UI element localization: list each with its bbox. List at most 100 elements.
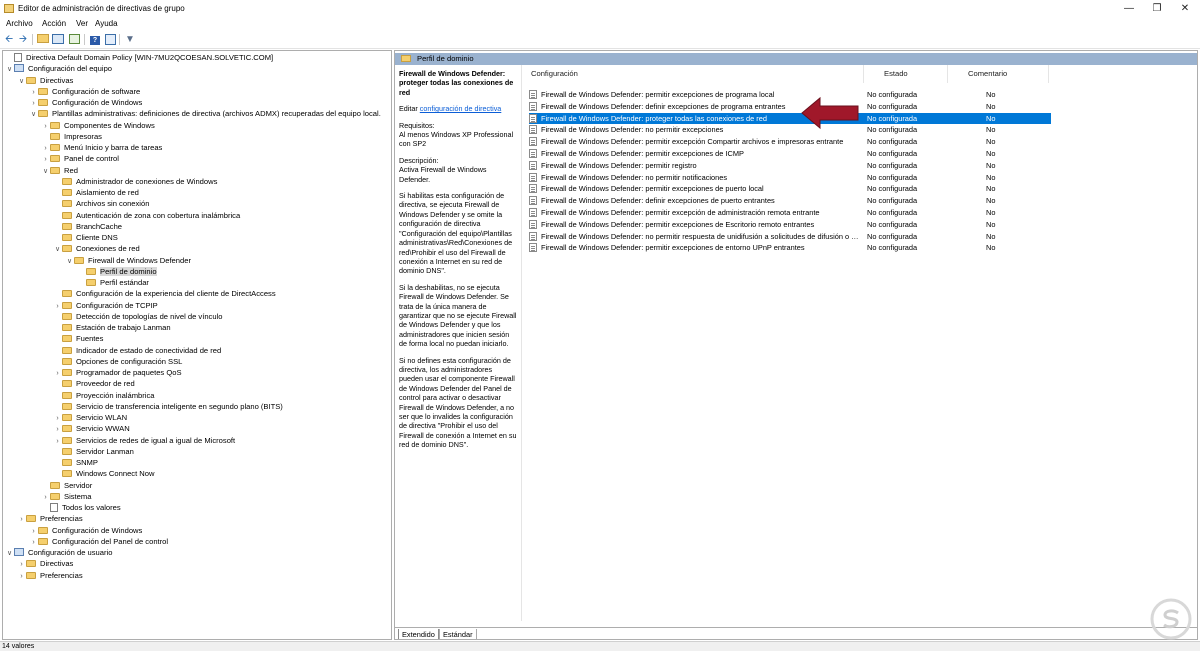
policy-state: No configurada [867,90,918,99]
help-icon[interactable]: ? [89,34,101,45]
up-folder-icon[interactable] [37,34,49,45]
tree-item[interactable]: SNMP [53,457,98,468]
collapse-chevron-icon[interactable]: ∨ [5,548,14,559]
policy-row[interactable]: Firewall de Windows Defender: permitir e… [529,219,1181,230]
tree-item[interactable]: Indicador de estado de conectividad de r… [53,345,221,356]
tree-item[interactable]: › Sistema [41,491,91,502]
tree-item[interactable]: Configuración de la experiencia del clie… [53,288,276,299]
collapse-chevron-icon[interactable]: ∨ [29,109,38,120]
export-list-icon[interactable] [68,34,80,45]
tree-item[interactable]: Servicio de transferencia inteligente en… [53,401,283,412]
expand-chevron-icon[interactable]: › [17,514,26,525]
policy-row[interactable]: Firewall de Windows Defender: permitir e… [529,136,1181,147]
menu-ayuda[interactable]: Ayuda [95,19,118,28]
expand-chevron-icon[interactable]: › [17,571,26,582]
policy-row[interactable]: Firewall de Windows Defender: permitir e… [529,242,1181,253]
collapse-chevron-icon[interactable]: ∨ [53,244,62,255]
tree-item[interactable]: Cliente DNS [53,232,118,243]
collapse-chevron-icon[interactable]: ∨ [17,76,26,87]
folder-icon [50,166,60,174]
collapse-chevron-icon[interactable]: ∨ [5,64,14,75]
policy-row[interactable]: Firewall de Windows Defender: permitir r… [529,160,1181,171]
tree-item-label: Sistema [64,491,92,501]
tree-item[interactable]: › Servicio WWAN [53,423,130,434]
tree-item[interactable]: › Configuración de software [29,86,140,97]
policy-row[interactable]: Firewall de Windows Defender: permitir e… [529,183,1181,194]
tree-item[interactable]: › Configuración del Panel de control [29,536,168,547]
policy-row[interactable]: Firewall de Windows Defender: no permiti… [529,172,1181,183]
close-button[interactable]: ✕ [1170,0,1200,18]
folder-icon [50,492,60,500]
edit-policy-link[interactable]: configuración de directiva [420,104,502,113]
tree-item-label: Panel de control [64,154,119,164]
menu-archivo[interactable]: Archivo [6,19,33,28]
tree-item[interactable]: › Configuración de Windows [29,97,142,108]
tree-item[interactable]: Opciones de configuración SSL [53,356,182,367]
properties-icon[interactable] [104,34,116,45]
tab-estandar[interactable]: Estándar [439,629,477,639]
policy-row[interactable]: Firewall de Windows Defender: no permiti… [529,231,1181,242]
tree-item[interactable]: ∨ Red [41,165,78,176]
tree-item[interactable]: › Configuración de TCPIP [53,300,157,311]
forward-icon[interactable]: 🡪 [17,34,29,45]
maximize-button[interactable]: ❐ [1142,0,1172,18]
tree-item[interactable]: › Preferencias [17,513,82,525]
tree-item[interactable]: › Servicios de redes de igual a igual de … [53,435,235,446]
tree-item[interactable]: ∨ Configuración del equipo [5,63,112,74]
tree-item[interactable]: Perfil estándar [77,277,149,288]
tree-item[interactable]: Servidor Lanman [53,446,134,457]
folder-icon [62,391,72,399]
tree-item[interactable]: › Panel de control [41,153,119,164]
column-header-estado[interactable]: Estado [884,69,908,78]
tree-item-label: Servicio WWAN [76,424,130,434]
tree-item[interactable]: › Componentes de Windows [41,120,154,131]
tree-item[interactable]: Perfil de dominio [77,266,157,277]
tree-item-label: Conexiones de red [76,244,140,254]
tree-item[interactable]: Aislamiento de red [53,187,139,198]
tree-item[interactable]: Detección de topologías de nivel de vínc… [53,311,223,322]
tree-item[interactable]: › Directivas [17,558,73,569]
menu-ver[interactable]: Ver [76,19,88,28]
tree-item[interactable]: Windows Connect Now [53,468,155,479]
column-header-configuracion[interactable]: Configuración [531,69,578,78]
tree-item[interactable]: › Servicio WLAN [53,412,127,423]
column-header-comentario[interactable]: Comentario [968,69,1007,78]
tree-item[interactable]: ∨ Configuración de usuario [5,547,112,558]
minimize-button[interactable]: — [1114,0,1144,18]
tree-item[interactable]: Autenticación de zona con cobertura inal… [53,210,240,221]
show-hide-tree-icon[interactable] [52,34,64,45]
tree-item[interactable]: Estación de trabajo Lanman [53,322,171,333]
tree-item[interactable]: ∨ Plantillas administrativas: definicione… [29,108,381,119]
tree-item[interactable]: › Menú Inicio y barra de tareas [41,142,162,153]
policy-row[interactable]: Firewall de Windows Defender: definir ex… [529,195,1181,206]
collapse-chevron-icon[interactable]: ∨ [41,166,50,177]
policy-row[interactable]: Firewall de Windows Defender: permitir e… [529,207,1181,218]
tree-item[interactable]: Administrador de conexiones de Windows [53,176,217,187]
tree-item[interactable]: › Configuración de Windows [29,525,142,536]
collapse-chevron-icon[interactable]: ∨ [65,256,74,267]
tree-item[interactable]: Servidor [41,480,92,491]
policy-row[interactable]: Firewall de Windows Defender: proteger t… [529,112,1051,124]
tree-item[interactable]: Impresoras [41,131,102,142]
tree-item[interactable]: Proyección inalámbrica [53,390,155,401]
pane-splitter[interactable] [521,65,522,621]
tree-item[interactable]: Todos los valores [41,502,121,513]
tab-extendido[interactable]: Extendido [398,629,439,639]
menu-accion[interactable]: Acción [42,19,66,28]
tree-item[interactable]: ∨ Firewall de Windows Defender [65,255,191,266]
tree-item[interactable]: ∨ Directivas [17,75,73,86]
policy-row[interactable]: Firewall de Windows Defender: permitir e… [529,148,1181,159]
policy-state: No configurada [867,219,918,229]
tree-item[interactable]: › Programador de paquetes QoS [53,367,181,378]
policy-comment: No [986,113,996,123]
filter-icon[interactable]: ▼ [124,34,136,45]
tree-item[interactable]: › Preferencias [17,570,82,582]
tree-item[interactable]: Proveedor de red [53,378,135,389]
tree-item[interactable]: Archivos sin conexión [53,198,149,209]
tree-item[interactable]: Directiva Default Domain Policy [WIN-7MU… [5,52,273,63]
folder-icon [38,87,48,95]
back-icon[interactable]: 🡨 [3,34,15,45]
tree-item[interactable]: BranchCache [53,221,122,232]
tree-item[interactable]: Fuentes [53,333,103,344]
tree-item[interactable]: ∨ Conexiones de red [53,243,140,254]
